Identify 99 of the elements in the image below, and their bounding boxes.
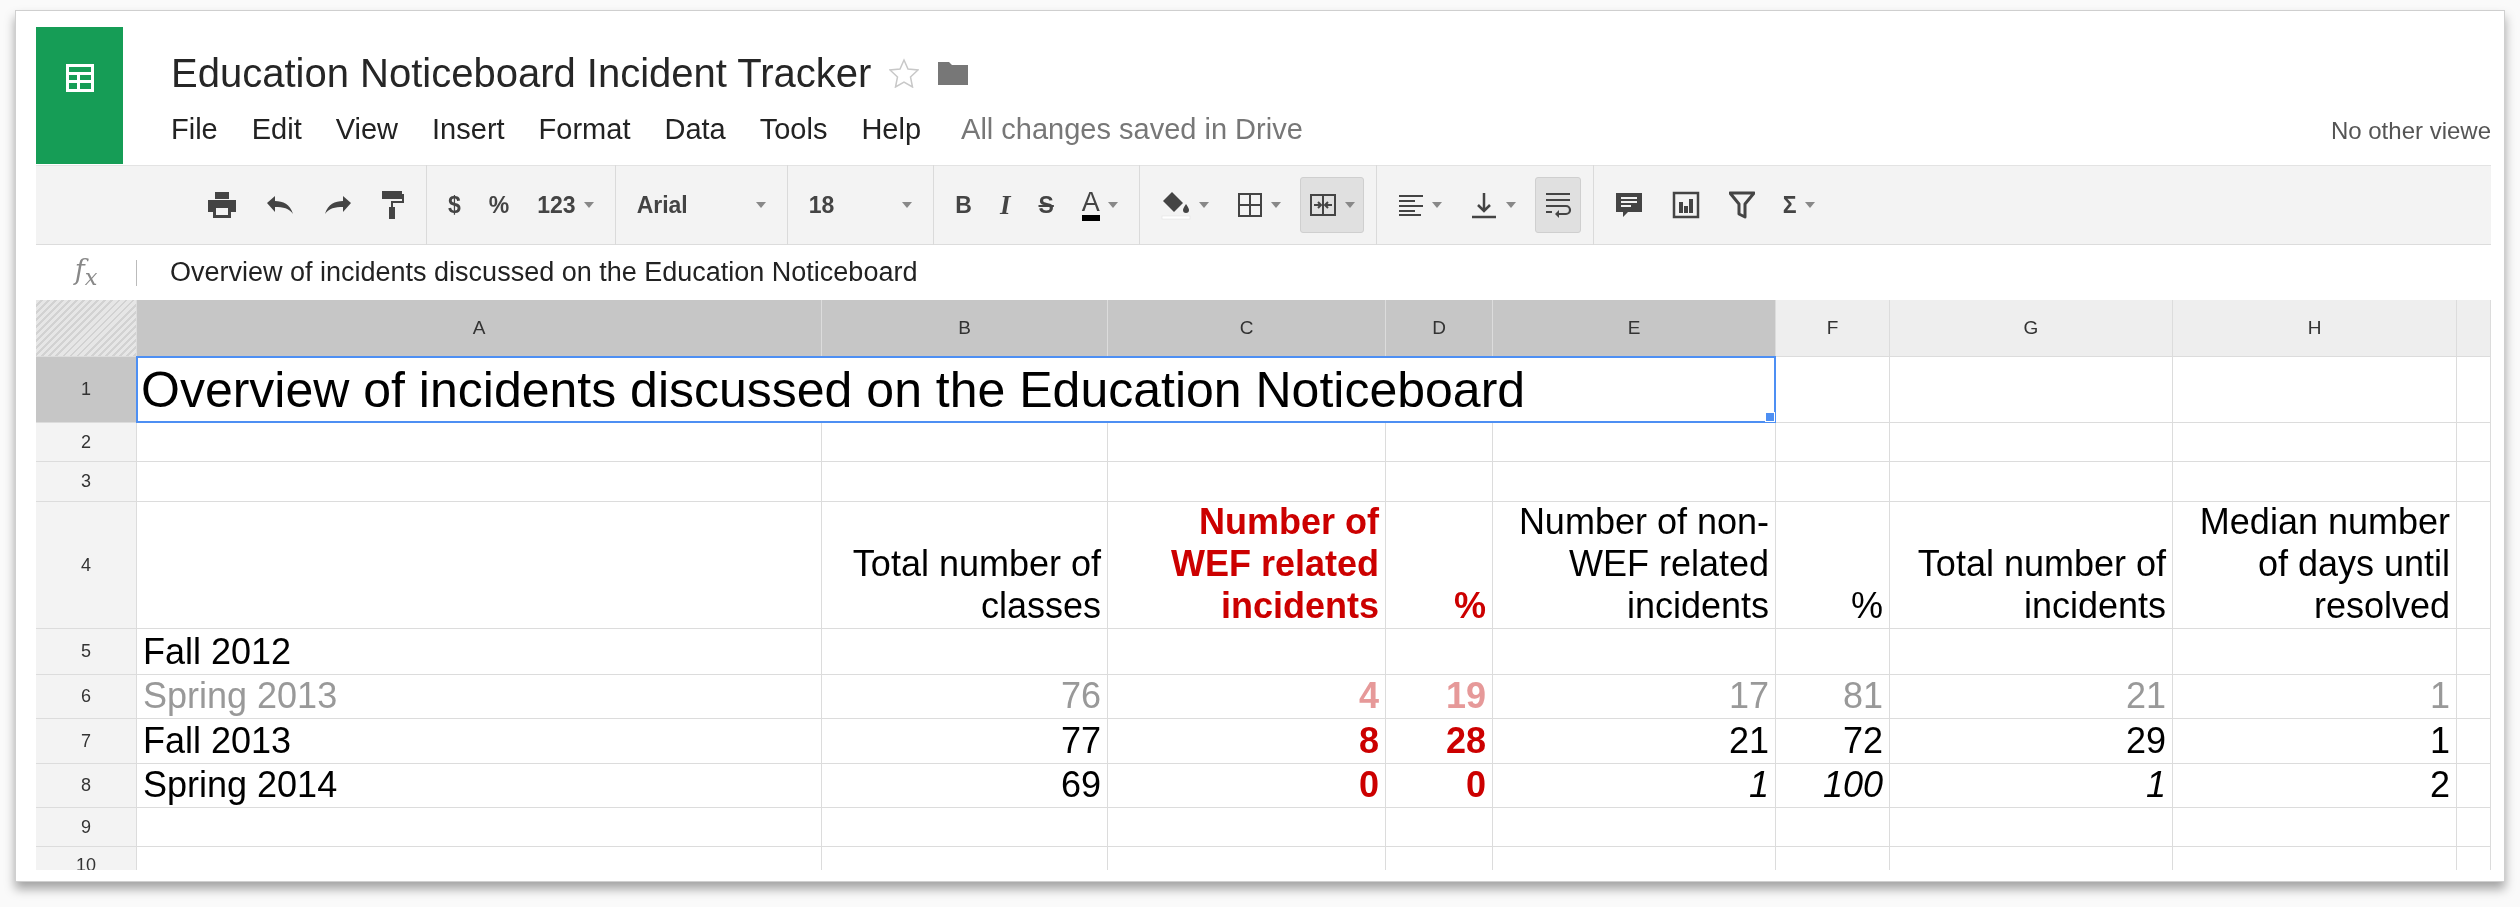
paint-bucket-icon <box>1160 190 1191 220</box>
table-cell: Total number of classes <box>822 502 1107 628</box>
column-header[interactable]: E <box>1493 300 1775 356</box>
table-cell: Fall 2013 <box>137 719 821 763</box>
table-cell: 69 <box>822 764 1107 807</box>
dropdown[interactable]: Arial <box>627 177 775 233</box>
format-button[interactable]: Σ <box>1773 177 1824 233</box>
wrap-icon <box>1543 191 1572 219</box>
table-cell <box>2457 847 2490 870</box>
table-cell: 1 <box>1493 764 1775 807</box>
table-cell[interactable]: Overview of incidents discussed on the Education Noticeboard <box>137 357 1775 422</box>
app-logo[interactable] <box>36 27 123 164</box>
menu-item[interactable]: Tools <box>759 113 828 146</box>
table-cell <box>2457 423 2490 461</box>
table-cell <box>2457 629 2490 674</box>
table-cell: 1 <box>2173 719 2456 763</box>
row-header[interactable]: 8 <box>36 764 136 807</box>
italic-button[interactable]: I <box>991 177 1020 233</box>
table-cell: Median number of days until resolved <box>2173 502 2456 628</box>
menu-item[interactable]: View <box>335 113 399 146</box>
row-header[interactable]: 2 <box>36 423 136 461</box>
table-cell <box>2457 808 2490 846</box>
table-cell: Number of non- WEF related incidents <box>1493 502 1775 628</box>
table-cell <box>2457 719 2490 763</box>
row-header[interactable]: 6 <box>36 675 136 718</box>
strikethrough-button[interactable]: S <box>1029 177 1063 233</box>
merge-icon <box>1308 193 1337 217</box>
table-cell: 29 <box>1890 719 2172 763</box>
column-header[interactable]: G <box>1890 300 2172 356</box>
row-header[interactable]: 7 <box>36 719 136 763</box>
table-cell: Fall 2012 <box>137 629 821 674</box>
table-cell: Number of WEF related incidents <box>1108 502 1385 628</box>
row-header[interactable]: 1 <box>36 357 136 422</box>
table-cell: 77 <box>822 719 1107 763</box>
table-cell <box>2457 462 2490 501</box>
fill-handle[interactable] <box>1765 412 1775 422</box>
table-cell: % <box>1386 502 1492 628</box>
table-cell: % <box>1776 502 1889 628</box>
bar-chart-icon <box>1670 190 1701 220</box>
table-cell: 1 <box>1890 764 2172 807</box>
dropdown[interactable]: 18 <box>799 177 922 233</box>
table-cell: 76 <box>822 675 1107 718</box>
paint-roller-icon <box>381 190 405 220</box>
table-cell: 19 <box>1386 675 1492 718</box>
menu-item[interactable]: Format <box>538 113 631 146</box>
merge-cells-button[interactable] <box>1299 177 1364 233</box>
viewers-status: No other viewe <box>2330 117 2491 145</box>
column-header[interactable]: F <box>1776 300 1889 356</box>
table-cell <box>2457 357 2490 422</box>
printer-icon <box>207 191 237 219</box>
table-cell: Spring 2013 <box>137 675 821 718</box>
star-icon[interactable] <box>889 58 920 88</box>
table-cell: 21 <box>1493 719 1775 763</box>
formula-field[interactable]: Overview of incidents discussed on the Education Noticeboard <box>170 257 918 288</box>
column-header[interactable]: A <box>137 300 821 356</box>
grid-icon <box>1236 192 1263 218</box>
down-arrow-icon <box>1469 191 1498 219</box>
table-cell <box>2457 764 2490 807</box>
row-header[interactable]: 4 <box>36 502 136 628</box>
note-icon <box>1614 192 1643 218</box>
table-cell: 4 <box>1108 675 1385 718</box>
table-cell: 72 <box>1776 719 1889 763</box>
table-cell: 0 <box>1386 764 1492 807</box>
wrap-button[interactable] <box>1534 177 1581 233</box>
document-title[interactable]: Education Noticeboard Incident Tracker <box>171 50 872 96</box>
column-header[interactable]: H <box>2173 300 2456 356</box>
table-cell: 21 <box>1890 675 2172 718</box>
table-cell: 0 <box>1108 764 1385 807</box>
menu-item[interactable]: Insert <box>432 113 505 146</box>
table-cell: 2 <box>2173 764 2456 807</box>
row-header[interactable]: 9 <box>36 808 136 846</box>
table-cell: 1 <box>2173 675 2456 718</box>
table-cell: 28 <box>1386 719 1492 763</box>
text-lines-icon <box>1397 194 1424 216</box>
menu-item[interactable]: Data <box>664 113 726 146</box>
column-header[interactable]: D <box>1386 300 1492 356</box>
text-color-button[interactable]: A <box>1072 177 1127 233</box>
format-button[interactable]: % <box>479 177 519 233</box>
column-header[interactable]: C <box>1108 300 1385 356</box>
table-cell: 81 <box>1776 675 1889 718</box>
menu-item[interactable]: File <box>171 113 218 146</box>
folder-icon[interactable] <box>937 60 970 86</box>
formula-label: f$_{x}$ <box>72 254 99 291</box>
table-cell: Total number of incidents <box>1890 502 2172 628</box>
table-cell <box>2457 675 2490 718</box>
funnel-icon <box>1728 191 1755 219</box>
column-header[interactable]: B <box>822 300 1107 356</box>
bold-button[interactable]: B <box>946 177 981 233</box>
table-cell: 8 <box>1108 719 1385 763</box>
format-button[interactable]: $ <box>439 177 470 233</box>
table-cell: 17 <box>1493 675 1775 718</box>
table-cell: 100 <box>1776 764 1889 807</box>
row-header[interactable]: 5 <box>36 629 136 674</box>
save-status: All changes saved in Drive <box>961 113 1303 146</box>
row-header[interactable]: 3 <box>36 462 136 501</box>
table-cell: Spring 2014 <box>137 764 821 807</box>
format-button[interactable]: 123 <box>528 177 603 233</box>
menu-item[interactable]: Edit <box>251 113 302 146</box>
menu-item[interactable]: Help <box>861 113 922 146</box>
